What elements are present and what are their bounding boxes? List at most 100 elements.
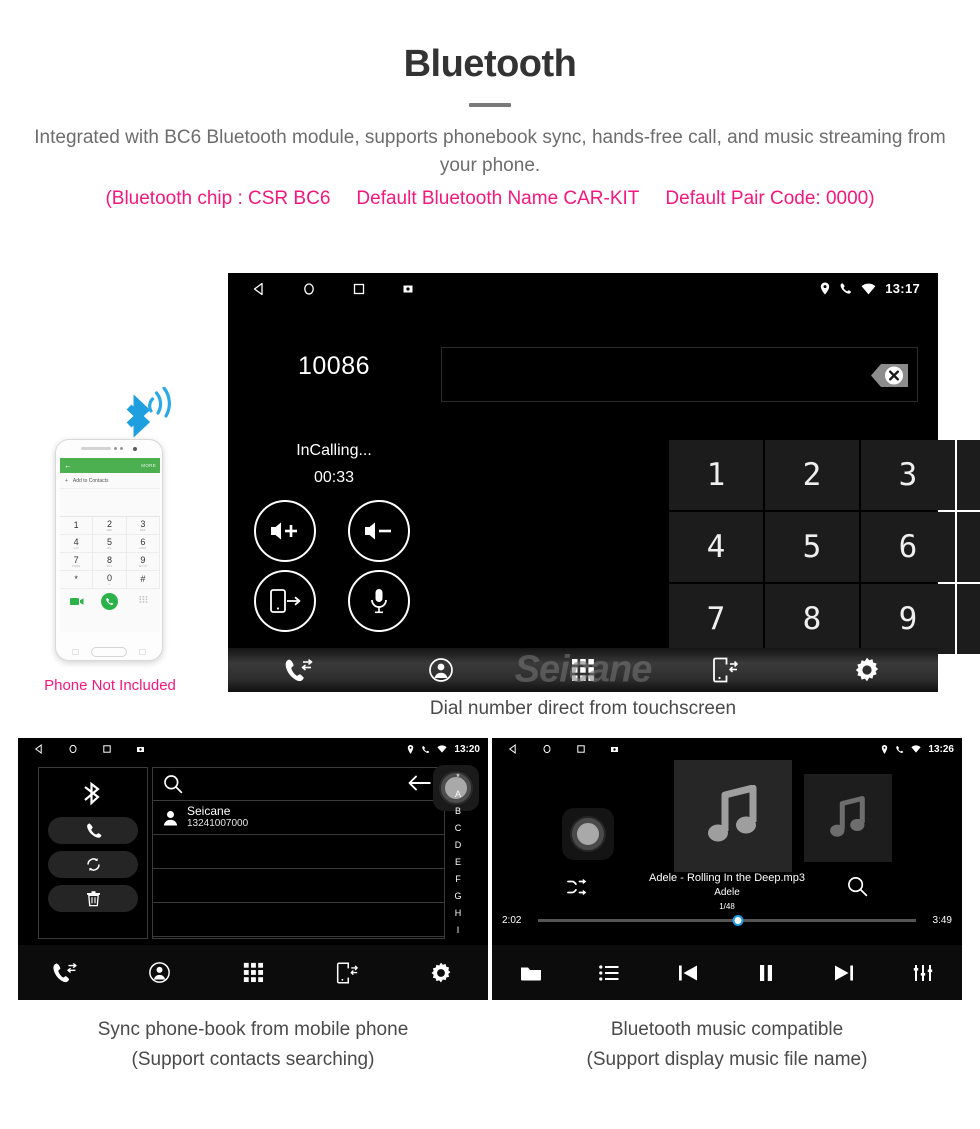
key-8[interactable]: 8	[765, 584, 859, 654]
alpha-index-item[interactable]: C	[455, 821, 462, 836]
list-item[interactable]: Seicane 13241007000	[153, 801, 444, 835]
settings-tab[interactable]	[394, 962, 488, 984]
keypad-tab[interactable]	[206, 962, 300, 983]
phone-key[interactable]: 1	[60, 517, 94, 535]
music-body: Adele - Rolling In the Deep.mp3 Adele 1/…	[492, 760, 962, 945]
phone-key[interactable]: 6 MNO	[126, 535, 160, 553]
alpha-index-item[interactable]: D	[455, 838, 462, 853]
call-log-tab[interactable]	[18, 962, 112, 983]
alpha-index-item[interactable]: F	[455, 872, 461, 887]
key-hash[interactable]: #	[957, 584, 980, 654]
alpha-index-item[interactable]: I	[457, 923, 460, 938]
back-icon[interactable]	[252, 282, 266, 296]
home-icon[interactable]	[302, 282, 316, 296]
dialer-caption: Dial number direct from touchscreen	[429, 698, 737, 719]
phone-keypad-toggle-icon[interactable]	[139, 596, 148, 607]
key-star[interactable]: *	[957, 440, 980, 510]
album-art-next[interactable]	[804, 774, 892, 862]
alpha-index-item[interactable]: E	[455, 855, 461, 870]
alphabet-index[interactable]: * A B C D E F G H I	[448, 767, 468, 939]
phone-key[interactable]: #	[126, 571, 160, 589]
more-label[interactable]: MORE	[141, 463, 156, 468]
page-subtitle: Integrated with BC6 Bluetooth module, su…	[34, 127, 946, 176]
contacts-tab[interactable]	[370, 658, 512, 682]
delete-contacts-button[interactable]	[48, 885, 138, 912]
phone-key[interactable]: 7 PQRS	[60, 553, 94, 571]
home-icon[interactable]	[542, 744, 552, 754]
alpha-index-item[interactable]: *	[456, 770, 460, 785]
phonebook-caption-line1: Sync phone-book from mobile phone	[97, 1019, 409, 1040]
list-item[interactable]	[153, 903, 444, 937]
progress-thumb[interactable]	[732, 915, 744, 926]
music-caption: Bluetooth music compatible (Support disp…	[492, 1015, 962, 1075]
recents-icon[interactable]	[576, 744, 586, 754]
alpha-index-item[interactable]: B	[455, 804, 461, 819]
phone-key[interactable]: 3 DEF	[126, 517, 160, 535]
contacts-tab[interactable]	[112, 962, 206, 983]
mute-microphone-button[interactable]	[348, 570, 410, 632]
phone-key[interactable]: 9 WXYZ	[126, 553, 160, 571]
phone-key[interactable]: 8 TUV	[93, 553, 127, 571]
key-5[interactable]: 5	[765, 512, 859, 582]
keypad-tab[interactable]	[512, 658, 654, 682]
number-input-field[interactable]	[441, 347, 918, 402]
alpha-index-item[interactable]: G	[454, 889, 461, 904]
back-arrow-icon[interactable]	[408, 774, 432, 792]
sync-device-tab[interactable]	[300, 962, 394, 984]
contact-search-field[interactable]	[153, 768, 444, 801]
phone-call-button[interactable]	[101, 593, 119, 610]
next-track-button[interactable]	[805, 964, 883, 982]
alpha-index-item[interactable]: H	[455, 906, 462, 921]
key-2[interactable]: 2	[765, 440, 859, 510]
key-3[interactable]: 3	[861, 440, 955, 510]
key-1[interactable]: 1	[669, 440, 763, 510]
phone-key[interactable]: 0 +	[93, 571, 127, 589]
back-icon[interactable]	[508, 744, 518, 754]
duration-time: 3:49	[932, 915, 952, 926]
phone-key-letters: GHI	[73, 546, 79, 550]
music-search-button[interactable]	[847, 876, 868, 897]
equalizer-button[interactable]	[884, 964, 962, 982]
sync-contacts-button[interactable]	[48, 851, 138, 878]
back-arrow-icon[interactable]: ←	[64, 461, 72, 470]
pause-button[interactable]	[727, 964, 805, 982]
recents-icon[interactable]	[352, 282, 366, 296]
list-item[interactable]	[153, 835, 444, 869]
screenshot-icon[interactable]	[136, 745, 145, 754]
phone-key[interactable]: 5 JKL	[93, 535, 127, 553]
backspace-delete-icon[interactable]	[857, 359, 909, 392]
phone-key-digit: 1	[73, 520, 79, 530]
phone-key[interactable]: 2 ABC	[93, 517, 127, 535]
previous-track-button[interactable]	[649, 964, 727, 982]
home-icon[interactable]	[68, 744, 78, 754]
phone-key[interactable]: 4 GHI	[60, 535, 94, 553]
key-4[interactable]: 4	[669, 512, 763, 582]
recents-icon[interactable]	[102, 744, 112, 754]
volume-knob-overlay[interactable]	[562, 808, 614, 860]
video-call-icon[interactable]	[69, 597, 84, 606]
phone-key[interactable]: *	[60, 571, 94, 589]
key-6[interactable]: 6	[861, 512, 955, 582]
playlist-button[interactable]	[570, 964, 648, 981]
volume-down-button[interactable]	[348, 500, 410, 562]
screenshot-icon[interactable]	[402, 283, 414, 295]
phone-back-key	[139, 649, 146, 655]
back-icon[interactable]	[34, 744, 44, 754]
screenshot-icon[interactable]	[610, 745, 619, 754]
add-to-contacts-row[interactable]: + Add to Contacts	[60, 473, 160, 489]
settings-tab[interactable]	[796, 657, 938, 683]
dial-button[interactable]	[48, 817, 138, 844]
sync-device-tab[interactable]	[654, 657, 796, 683]
folder-button[interactable]	[492, 964, 570, 982]
call-log-tab[interactable]	[228, 658, 370, 682]
equalizer-icon	[913, 964, 933, 982]
key-7[interactable]: 7	[669, 584, 763, 654]
music-note-icon	[705, 785, 761, 847]
progress-slider[interactable]	[538, 915, 916, 926]
key-0[interactable]: 0	[957, 512, 980, 582]
list-item[interactable]	[153, 869, 444, 903]
volume-up-button[interactable]	[254, 500, 316, 562]
key-9[interactable]: 9	[861, 584, 955, 654]
alpha-index-item[interactable]: A	[455, 787, 461, 802]
transfer-to-phone-button[interactable]	[254, 570, 316, 632]
